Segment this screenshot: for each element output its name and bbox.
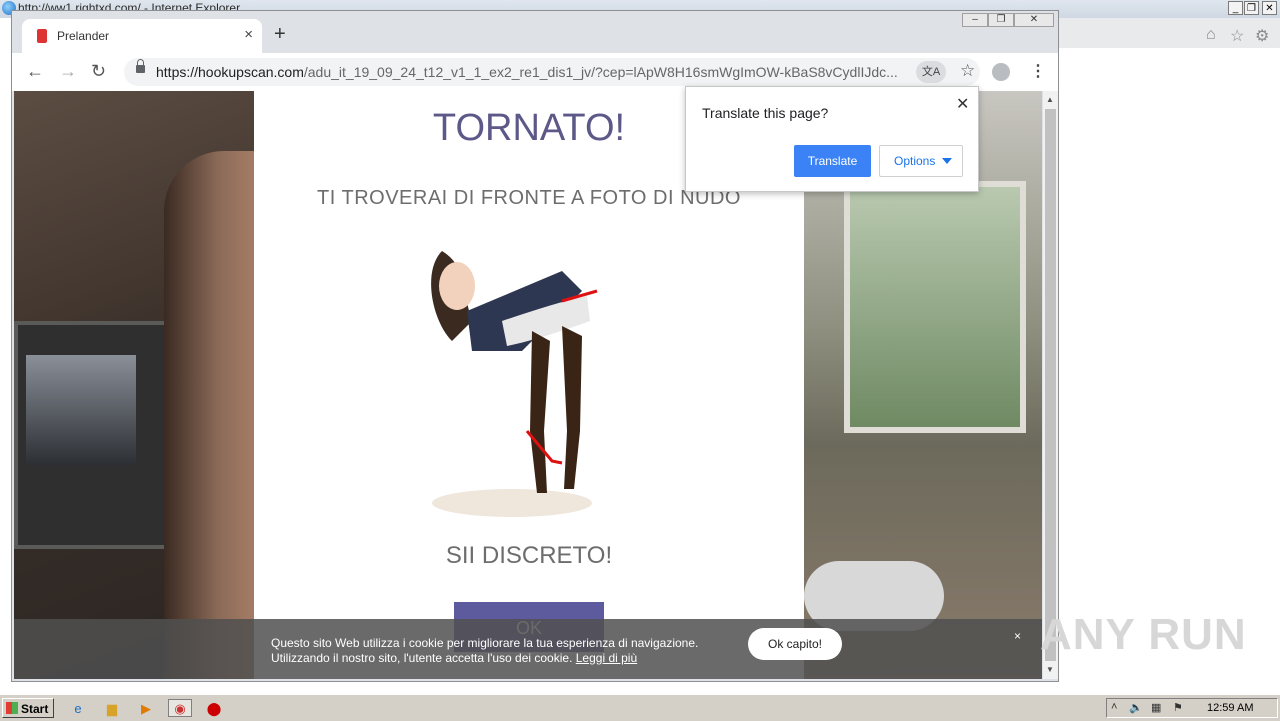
ie-restore-button[interactable]: ❐ — [1244, 1, 1259, 15]
volume-icon[interactable]: 🔈 — [1129, 701, 1143, 714]
explorer-folder-icon[interactable]: ▆ — [100, 699, 124, 717]
background-photo-left — [14, 91, 254, 679]
network-icon[interactable]: ▦ — [1151, 701, 1161, 714]
windows-taskbar: Start e ▆ ▶ ◉ ⬤ ˄ 🔈 ▦ ⚑ 12:59 AM — [0, 694, 1280, 721]
anyrun-watermark: ANY RUN — [1040, 610, 1247, 659]
translate-popup-title: Translate this page? — [702, 105, 829, 121]
chrome-minimize-button[interactable]: ‒ — [962, 13, 988, 27]
cookie-text-line1: Questo sito Web utilizza i cookie per mi… — [271, 636, 699, 650]
discrete-text: SII DISCRETO! — [445, 542, 613, 569]
ie-minimize-button[interactable]: _ — [1228, 1, 1243, 15]
start-label: Start — [21, 702, 49, 716]
reload-icon[interactable]: ↻ — [91, 61, 106, 82]
back-arrow-icon[interactable]: ← — [26, 61, 44, 82]
scroll-up-arrow-icon[interactable]: ▲ — [1046, 95, 1054, 104]
opera-taskbar-icon[interactable]: ⬤ — [202, 699, 226, 717]
chrome-taskbar-icon[interactable]: ◉ — [168, 699, 192, 717]
gear-icon[interactable]: ⚙ — [1255, 26, 1269, 46]
cookie-text: Questo sito Web utilizza i cookie per mi… — [271, 636, 731, 666]
options-label: Options — [894, 154, 936, 168]
action-center-flag-icon[interactable]: ⚑ — [1173, 701, 1183, 714]
background-person — [164, 151, 254, 679]
url-path: /adu_it_19_09_24_t12_v1_1_ex2_re1_dis1_j… — [303, 64, 898, 80]
caret-down-icon — [942, 158, 952, 164]
favorites-star-icon[interactable]: ☆ — [1230, 26, 1244, 46]
media-player-icon[interactable]: ▶ — [134, 699, 158, 717]
tray-expand-icon[interactable]: ˄ — [1111, 701, 1117, 713]
illustration-image — [431, 251, 598, 517]
cookie-banner: Questo sito Web utilizza i cookie per mi… — [14, 619, 1042, 679]
windows-flag-icon — [6, 702, 18, 714]
translate-close-icon[interactable]: ✕ — [956, 94, 969, 114]
kebab-menu-icon[interactable]: ⋮ — [1030, 61, 1046, 81]
cookie-text-line2: Utilizzando il nostro sito, l'utente acc… — [271, 651, 573, 665]
ie-taskbar-icon[interactable]: e — [66, 699, 90, 717]
chrome-close-button[interactable]: ✕ — [1014, 13, 1054, 27]
background-tv — [14, 321, 172, 549]
bookmark-star-icon[interactable]: ☆ — [960, 61, 975, 81]
translate-icon[interactable]: 文A — [916, 61, 946, 83]
start-button[interactable]: Start — [2, 698, 54, 718]
url-host: https://hookupscan.com — [156, 64, 304, 80]
cookie-close-icon[interactable]: × — [1014, 629, 1021, 643]
forward-arrow-icon[interactable]: → — [59, 61, 77, 82]
translate-button[interactable]: Translate — [794, 145, 871, 177]
translate-options-button[interactable]: Options — [879, 145, 963, 177]
system-clock[interactable]: 12:59 AM — [1207, 702, 1253, 714]
system-tray: ˄ 🔈 ▦ ⚑ 12:59 AM — [1106, 698, 1278, 718]
lock-icon[interactable] — [136, 59, 145, 73]
scroll-down-arrow-icon[interactable]: ▼ — [1046, 665, 1054, 674]
vertical-scrollbar[interactable]: ▲ ▼ — [1043, 91, 1058, 679]
ie-close-button[interactable]: ✕ — [1262, 1, 1277, 15]
favicon-icon — [37, 29, 47, 43]
chrome-restore-button[interactable]: ❐ — [988, 13, 1014, 27]
background-window — [844, 181, 1026, 433]
translate-popup: Translate this page? ✕ Translate Options — [685, 86, 979, 192]
tab-prelander[interactable]: Prelander × — [22, 19, 262, 53]
home-icon[interactable]: ⌂ — [1206, 26, 1216, 44]
profile-avatar-icon[interactable] — [992, 63, 1010, 81]
new-tab-plus-icon[interactable]: + — [274, 24, 286, 44]
address-bar[interactable]: https://hookupscan.com/adu_it_19_09_24_t… — [124, 58, 980, 86]
cookie-read-more-link[interactable]: Leggi di più — [576, 651, 637, 665]
tab-title: Prelander — [57, 29, 110, 43]
url-text[interactable]: https://hookupscan.com/adu_it_19_09_24_t… — [156, 64, 908, 80]
tab-strip: Prelander × + ‒ ❐ ✕ — [12, 11, 1058, 53]
scroll-thumb[interactable] — [1045, 109, 1056, 661]
background-tv-screen — [26, 355, 136, 465]
tab-close-icon[interactable]: × — [244, 26, 253, 43]
cookie-accept-button[interactable]: Ok capito! — [748, 628, 842, 660]
ie-toolbar: ⌂ ☆ ⚙ — [1058, 18, 1280, 48]
